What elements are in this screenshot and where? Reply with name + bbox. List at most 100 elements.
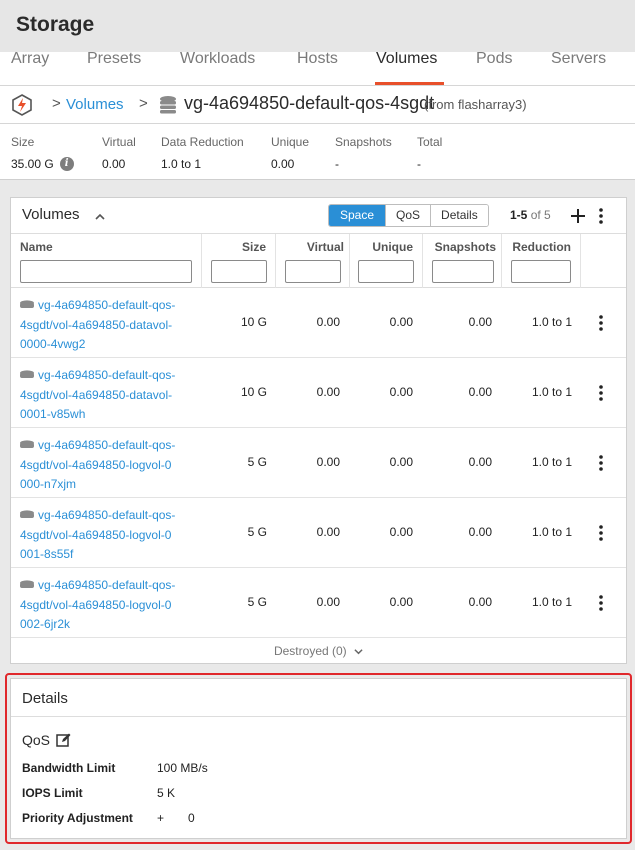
- cell-snapshots: 0.00: [468, 525, 492, 539]
- column-size: Size: [202, 234, 276, 288]
- highlight-outline: [5, 673, 632, 844]
- tab-array[interactable]: Array: [11, 52, 49, 68]
- active-tab-indicator: [375, 82, 444, 85]
- volumes-panel: Volumes Space QoS Details 1-5 of 5 Name …: [10, 197, 627, 664]
- volume-name-line: vg-4a694850-default-qos-: [38, 508, 176, 522]
- kebab-icon[interactable]: [599, 208, 603, 224]
- cell-virtual: 0.00: [316, 385, 340, 399]
- stat-value: 1.0 to 1: [161, 157, 202, 171]
- column-header[interactable]: Unique: [372, 240, 413, 254]
- table-row[interactable]: vg-4a694850-default-qos- 4sgdt/vol-4a6948…: [11, 358, 626, 428]
- cell-unique: 0.00: [389, 455, 413, 469]
- volume-name-line: 4sgdt/vol-4a694850-logvol-0: [20, 597, 172, 612]
- cell-size: 5 G: [247, 455, 267, 469]
- volume-name-link[interactable]: vg-4a694850-default-qos- 4sgdt/vol-4a6948…: [20, 506, 200, 565]
- destroyed-toggle[interactable]: Destroyed (0): [11, 638, 626, 663]
- tab-volumes[interactable]: Volumes: [376, 52, 437, 68]
- breadcrumb-current: vg-4a694850-default-qos-4sgdt: [184, 93, 435, 113]
- virtual-filter-input[interactable]: [285, 260, 341, 283]
- volume-name-line: 4sgdt/vol-4a694850-datavol-: [20, 387, 173, 402]
- kebab-icon[interactable]: [599, 455, 603, 471]
- info-icon[interactable]: i: [59, 157, 74, 171]
- destroyed-label: Destroyed (0): [273, 644, 347, 658]
- snapshots-filter-input[interactable]: [432, 260, 494, 283]
- stat-value: 0.00: [271, 157, 295, 171]
- column-unique: Unique: [350, 234, 423, 288]
- plus-icon[interactable]: [570, 208, 586, 224]
- flash-logo-icon: [12, 94, 32, 116]
- chevron-up-icon[interactable]: [95, 212, 105, 222]
- view-qos-button[interactable]: QoS: [385, 205, 431, 226]
- cell-reduction: 1.0 to 1: [531, 385, 572, 399]
- tab-workloads[interactable]: Workloads: [180, 52, 255, 68]
- cell-virtual: 0.00: [316, 595, 340, 609]
- volume-name-link[interactable]: vg-4a694850-default-qos- 4sgdt/vol-4a6948…: [20, 576, 200, 635]
- kebab-icon[interactable]: [599, 315, 603, 331]
- chevron-down-icon: [354, 649, 363, 655]
- view-details-button[interactable]: Details: [430, 205, 488, 226]
- stat-label: Size: [11, 135, 35, 149]
- volume-name-line: 000-n7xjm: [20, 477, 77, 491]
- stat-label: Data Reduction: [161, 135, 244, 149]
- volume-name-line: 4sgdt/vol-4a694850-logvol-0: [20, 457, 172, 472]
- pager-total: of 5: [530, 208, 551, 222]
- column-reduction: Reduction: [502, 234, 581, 288]
- cell-snapshots: 0.00: [468, 455, 492, 469]
- table-row[interactable]: vg-4a694850-default-qos- 4sgdt/vol-4a6948…: [11, 288, 626, 358]
- breadcrumb-volumes-link[interactable]: Volumes: [66, 96, 124, 113]
- pagination: 1-5 of 5: [510, 208, 551, 222]
- column-header[interactable]: Size: [242, 240, 266, 254]
- volume-name-link[interactable]: vg-4a694850-default-qos- 4sgdt/vol-4a6948…: [20, 366, 200, 425]
- table-row[interactable]: vg-4a694850-default-qos- 4sgdt/vol-4a6948…: [11, 498, 626, 568]
- view-space-button[interactable]: Space: [329, 205, 386, 226]
- stat-snapshots: Snapshots -: [335, 135, 392, 171]
- volumes-panel-title[interactable]: Volumes: [22, 206, 80, 223]
- volume-icon: [20, 580, 34, 588]
- cell-reduction: 1.0 to 1: [531, 315, 572, 329]
- stat-total: Total -: [417, 135, 442, 171]
- column-header[interactable]: Reduction: [512, 240, 571, 254]
- kebab-icon[interactable]: [599, 525, 603, 541]
- size-filter-input[interactable]: [211, 260, 267, 283]
- cell-snapshots: 0.00: [468, 595, 492, 609]
- volume-name-line: 4sgdt/vol-4a694850-logvol-0: [20, 527, 172, 542]
- volume-name-link[interactable]: vg-4a694850-default-qos- 4sgdt/vol-4a6948…: [20, 436, 200, 495]
- column-header[interactable]: Name: [20, 240, 53, 254]
- column-header[interactable]: Snapshots: [435, 240, 496, 254]
- tab-hosts[interactable]: Hosts: [297, 52, 338, 68]
- top-bar: Storage: [0, 0, 635, 54]
- volume-icon: [20, 440, 34, 448]
- stat-value: -: [335, 157, 339, 171]
- unique-filter-input[interactable]: [358, 260, 414, 283]
- breadcrumb-separator: >: [52, 95, 61, 112]
- name-filter-input[interactable]: [20, 260, 192, 283]
- volumes-panel-header: Volumes Space QoS Details 1-5 of 5: [11, 198, 626, 234]
- volume-name-link[interactable]: vg-4a694850-default-qos- 4sgdt/vol-4a6948…: [20, 296, 200, 355]
- breadcrumb-source: (from flasharray3): [424, 97, 527, 112]
- kebab-icon[interactable]: [599, 595, 603, 611]
- cell-virtual: 0.00: [316, 315, 340, 329]
- column-header[interactable]: Virtual: [307, 240, 344, 254]
- table-row[interactable]: vg-4a694850-default-qos- 4sgdt/vol-4a6948…: [11, 568, 626, 638]
- cell-snapshots: 0.00: [468, 315, 492, 329]
- stat-label: Unique: [271, 135, 310, 149]
- volume-name-line: 4sgdt/vol-4a694850-datavol-: [20, 317, 173, 332]
- volume-name-line: vg-4a694850-default-qos-: [38, 368, 176, 382]
- reduction-filter-input[interactable]: [511, 260, 571, 283]
- stat-value: 35.00 G: [11, 157, 54, 171]
- table-row[interactable]: vg-4a694850-default-qos- 4sgdt/vol-4a6948…: [11, 428, 626, 498]
- summary-stats: Size 35.00 G i Virtual 0.00 Data Reductio…: [0, 124, 635, 180]
- column-virtual: Virtual: [276, 234, 350, 288]
- tab-servers[interactable]: Servers: [551, 52, 606, 68]
- stat-label: Total: [417, 135, 443, 149]
- stat-label: Virtual: [102, 135, 136, 149]
- kebab-icon[interactable]: [599, 385, 603, 401]
- stat-label: Snapshots: [335, 135, 392, 149]
- column-name: Name: [11, 234, 202, 288]
- tab-presets[interactable]: Presets: [87, 52, 141, 68]
- tab-pods[interactable]: Pods: [476, 52, 512, 68]
- cell-size: 5 G: [247, 595, 267, 609]
- volume-name-line: 002-6jr2k: [20, 617, 71, 631]
- stat-virtual: Virtual 0.00: [102, 135, 136, 171]
- cell-unique: 0.00: [389, 315, 413, 329]
